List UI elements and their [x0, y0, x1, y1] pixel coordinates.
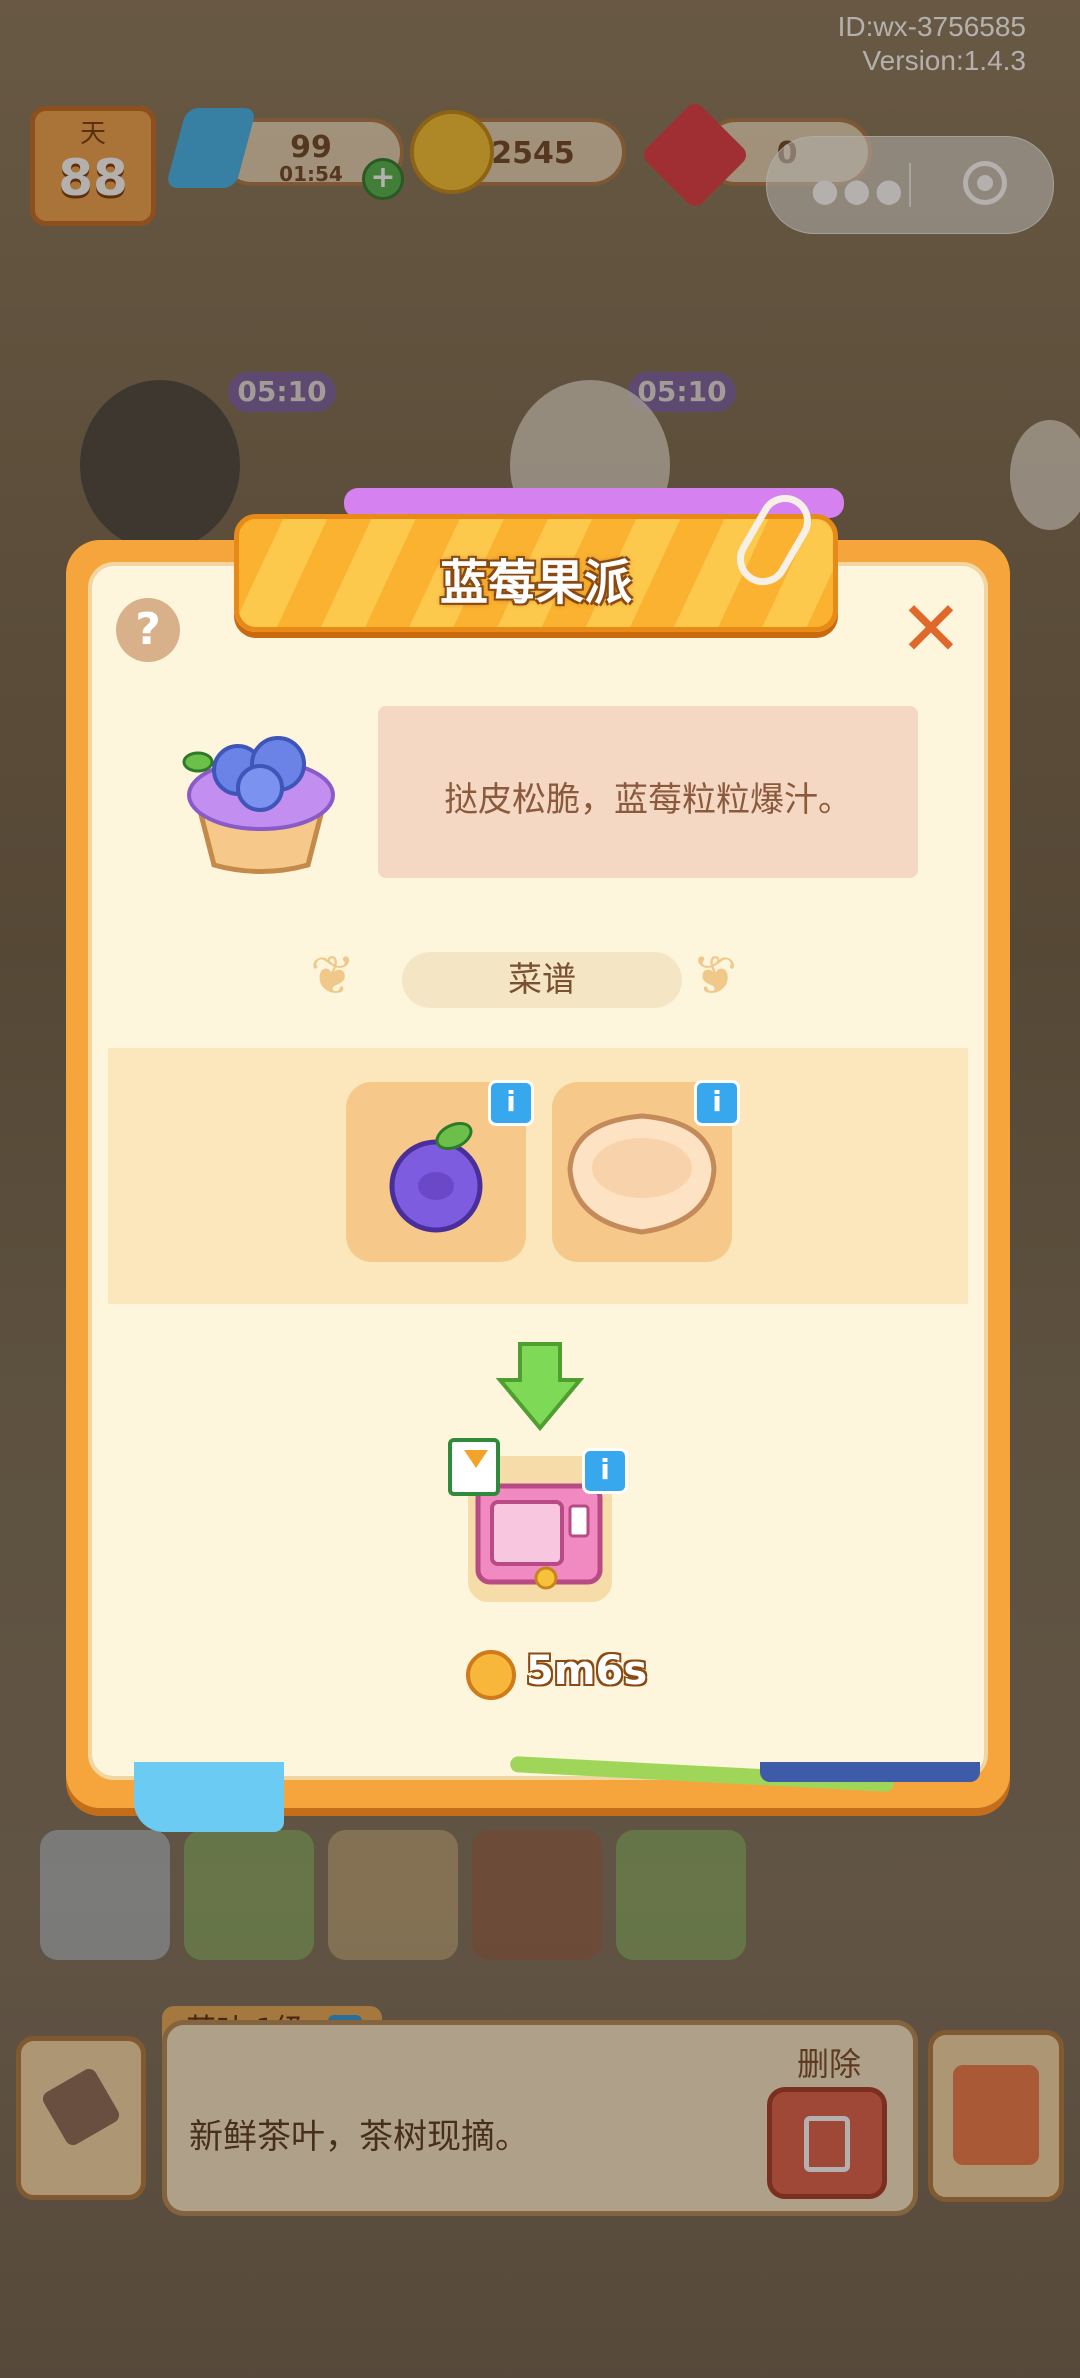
ingredient-band: [108, 1048, 968, 1304]
recipe-label: 菜谱: [402, 952, 682, 1008]
stopwatch-icon: [466, 1650, 516, 1700]
close-button[interactable]: ✕: [896, 591, 966, 667]
info-icon[interactable]: i: [694, 1080, 740, 1126]
left-swirl-ornament: ❦: [310, 944, 356, 1007]
dish-description: 挞皮松脆，蓝莓粒粒爆汁。: [444, 780, 852, 820]
description-box: 挞皮松脆，蓝莓粒粒爆汁。: [378, 706, 918, 878]
help-button[interactable]: ?: [116, 598, 180, 662]
blueberry-pie-icon: [182, 736, 335, 874]
cook-time-value: 5m6s: [526, 1648, 648, 1694]
right-swirl-ornament: ❦: [692, 944, 738, 1007]
down-arrow-icon: [496, 1342, 584, 1432]
hourglass-icon: [448, 1438, 500, 1496]
info-icon[interactable]: i: [488, 1080, 534, 1126]
decor-ribbon-blue: [134, 1762, 284, 1832]
info-icon[interactable]: i: [582, 1448, 628, 1494]
decor-ribbon-navy: [760, 1762, 980, 1782]
